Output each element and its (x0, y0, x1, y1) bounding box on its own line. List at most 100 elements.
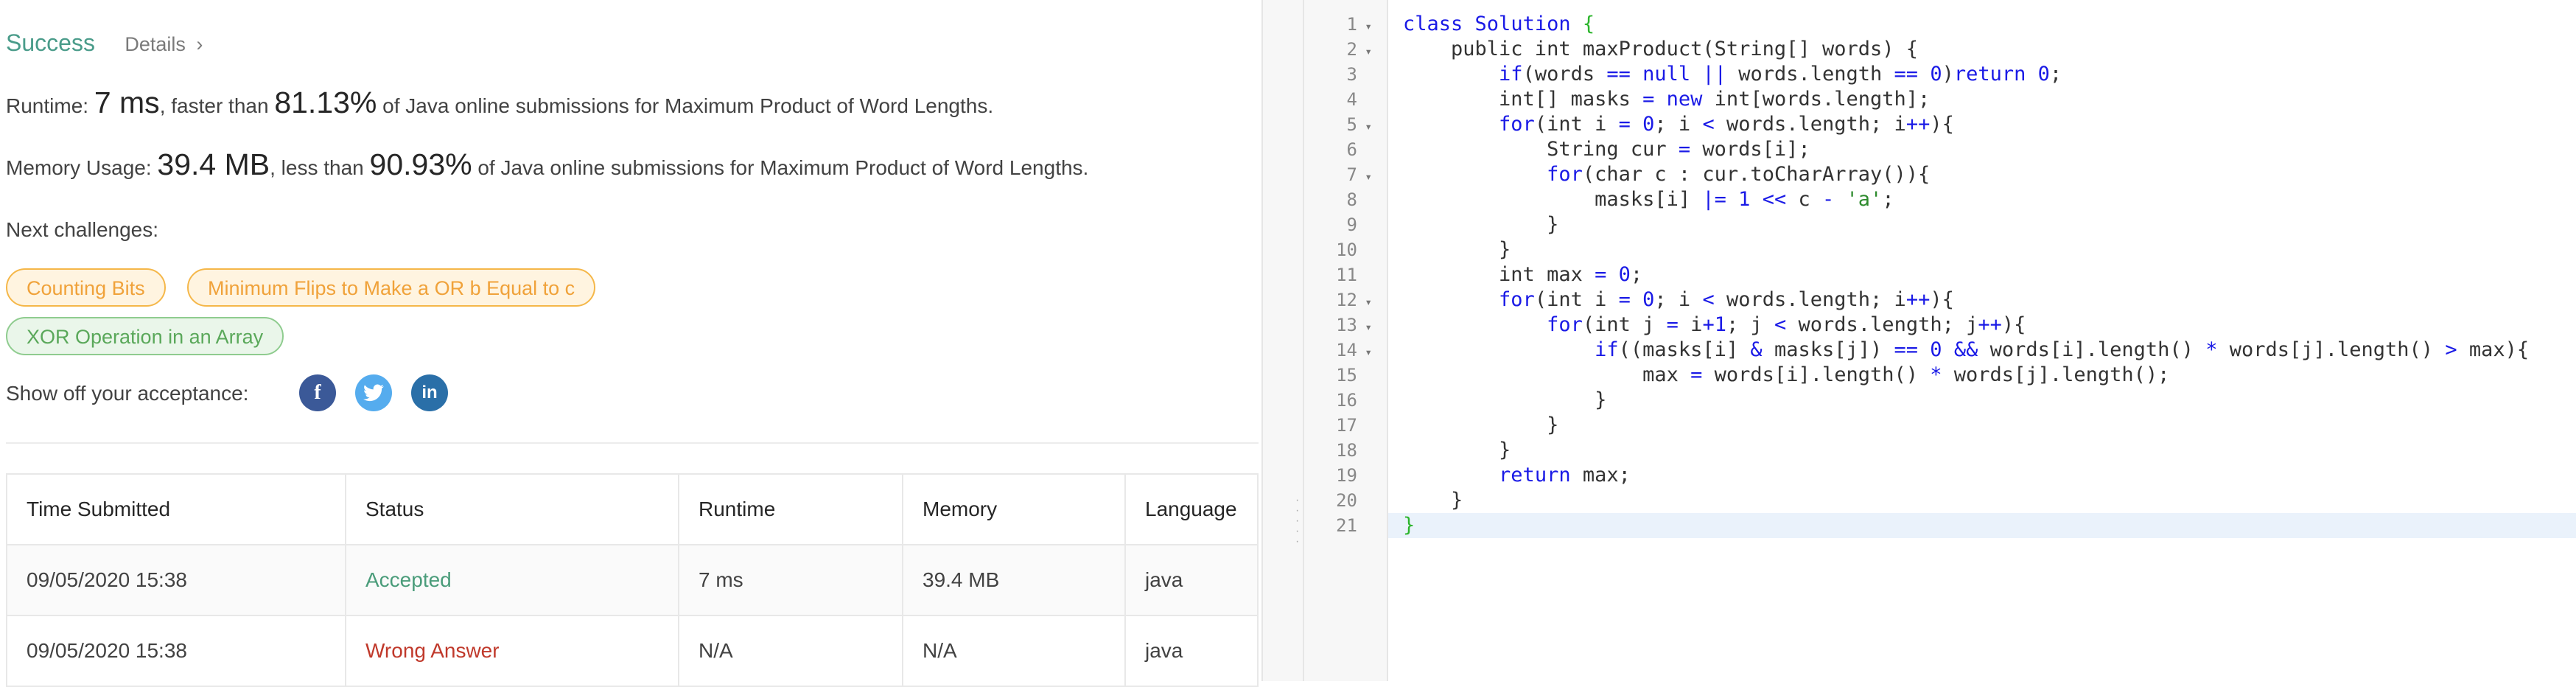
line-number: 9 (1304, 212, 1372, 237)
line-number-text: 17 (1336, 415, 1357, 436)
code-line[interactable]: } (1403, 388, 1606, 413)
line-number: 19 (1304, 463, 1372, 488)
challenge-tag-xor-operation[interactable]: XOR Operation in an Array (6, 317, 284, 355)
line-number: 12 ▾ (1304, 287, 1372, 313)
column-header-memory[interactable]: Memory (903, 475, 1126, 544)
cell-time: 09/05/2020 15:38 (7, 545, 346, 615)
twitter-icon[interactable] (355, 374, 392, 411)
fold-arrow-icon[interactable]: ▾ (1362, 39, 1372, 64)
line-number-text: 11 (1336, 265, 1357, 285)
drag-handle-icon[interactable]: · · · · · (1295, 495, 1299, 548)
panel-splitter[interactable] (1261, 0, 1304, 681)
runtime-suffix: of Java online submissions for Maximum P… (377, 94, 994, 117)
fold-arrow-icon[interactable]: ▾ (1362, 114, 1372, 139)
code-line[interactable]: int[] masks = new int[words.length]; (1403, 87, 1930, 112)
line-number-text: 20 (1336, 490, 1357, 511)
challenge-tag-counting-bits[interactable]: Counting Bits (6, 268, 166, 307)
line-number-text: 2 (1346, 39, 1357, 60)
fold-arrow-icon[interactable]: ▾ (1362, 315, 1372, 340)
code-line[interactable]: } (1403, 237, 1511, 262)
line-number-text: 15 (1336, 365, 1357, 386)
line-number-text: 10 (1336, 240, 1357, 260)
code-line[interactable]: public int maxProduct(String[] words) { (1403, 37, 1918, 62)
memory-value: 39.4 MB (157, 147, 270, 181)
cell-memory: 39.4 MB (903, 545, 1126, 615)
line-number-text: 4 (1346, 89, 1357, 110)
code-line[interactable]: if((masks[i] & masks[j]) == 0 && words[i… (1403, 338, 2529, 363)
fold-arrow-icon[interactable]: ▾ (1362, 164, 1372, 189)
runtime-value: 7 ms (94, 86, 160, 119)
line-number-text: 18 (1336, 440, 1357, 461)
next-challenges-label: Next challenges: (6, 218, 159, 241)
line-number-text: 9 (1346, 215, 1357, 235)
submission-result-panel: Success Details › Runtime: 7 ms, faster … (0, 0, 1261, 687)
code-line[interactable]: } (1403, 212, 1558, 237)
line-number: 14 ▾ (1304, 338, 1372, 363)
code-line[interactable]: String cur = words[i]; (1403, 137, 1810, 162)
line-number-text: 14 (1336, 340, 1357, 360)
memory-prefix: Memory Usage: (6, 156, 158, 179)
line-number-gutter: 1 ▾ 2 ▾ 3 4 5 ▾ 6 7 ▾ 8 9 10 11 12 ▾ 13 ▾ 14 ▾ 15 16 17 18 19 20 21 (1304, 0, 1388, 681)
cell-runtime: 7 ms (679, 545, 903, 615)
facebook-icon[interactable]: f (299, 374, 336, 411)
code-line[interactable]: for(char c : cur.toCharArray()){ (1403, 162, 1930, 187)
cell-language: java (1145, 639, 1183, 662)
column-header-time[interactable]: Time Submitted (7, 475, 346, 544)
line-number-text: 16 (1336, 390, 1357, 411)
column-header-runtime[interactable]: Runtime (679, 475, 903, 544)
code-line[interactable]: for(int j = i+1; j < words.length; j++){ (1403, 313, 2026, 338)
active-line-highlight (1388, 513, 2576, 538)
line-number-text: 3 (1346, 64, 1357, 85)
line-number: 13 ▾ (1304, 313, 1372, 338)
code-line[interactable]: return max; (1403, 463, 1631, 488)
table-row[interactable]: 09/05/2020 15:38 Wrong Answer N/A N/A ja… (7, 616, 1257, 687)
status-header: Success Details › (6, 29, 203, 57)
line-number-text: 1 (1346, 14, 1357, 35)
code-editor[interactable]: 1 ▾ 2 ▾ 3 4 5 ▾ 6 7 ▾ 8 9 10 11 12 ▾ 13 ▾ 14 ▾ 15 16 17 18 19 20 21… (1304, 0, 2576, 681)
line-number: 8 (1304, 187, 1372, 212)
code-line[interactable]: for(int i = 0; i < words.length; i++){ (1403, 112, 1954, 137)
line-number: 16 (1304, 388, 1372, 413)
fold-arrow-icon[interactable]: ▾ (1362, 14, 1372, 39)
code-line[interactable]: if(words == null || words.length == 0)re… (1403, 62, 2062, 87)
code-line[interactable]: } (1403, 488, 1463, 513)
code-line[interactable]: } (1403, 513, 1415, 538)
memory-summary: Memory Usage: 39.4 MB, less than 90.93% … (6, 147, 1088, 182)
submissions-table: Time Submitted Status Runtime Memory Lan… (6, 473, 1259, 687)
column-header-status[interactable]: Status (346, 475, 679, 544)
code-line[interactable]: class Solution { (1403, 12, 1595, 37)
cell-runtime: N/A (679, 616, 903, 686)
fold-arrow-icon[interactable]: ▾ (1362, 290, 1372, 315)
code-line[interactable]: } (1403, 438, 1511, 463)
code-line[interactable]: masks[i] |= 1 << c - 'a'; (1403, 187, 1894, 212)
line-number: 20 (1304, 488, 1372, 513)
code-line[interactable]: } (1403, 413, 1558, 438)
linkedin-icon[interactable]: in (411, 374, 448, 411)
table-row[interactable]: 09/05/2020 15:38 Accepted 7 ms 39.4 MB j… (7, 545, 1257, 616)
runtime-mid: , faster than (159, 94, 275, 117)
cell-status-accepted[interactable]: Accepted (346, 545, 679, 615)
code-line[interactable]: max = words[i].length() * words[j].lengt… (1403, 363, 2169, 388)
line-number: 21 (1304, 513, 1372, 538)
line-number-text: 19 (1336, 465, 1357, 486)
line-number: 6 (1304, 137, 1372, 162)
memory-suffix: of Java online submissions for Maximum P… (472, 156, 1089, 179)
column-header-language[interactable]: Language (1126, 475, 1260, 544)
runtime-percent: 81.13% (274, 86, 377, 119)
code-line[interactable]: for(int i = 0; i < words.length; i++){ (1403, 287, 1954, 313)
challenge-tag-minimum-flips[interactable]: Minimum Flips to Make a OR b Equal to c (187, 268, 596, 307)
fold-arrow-icon[interactable]: ▾ (1362, 340, 1372, 365)
line-number-text: 7 (1346, 164, 1357, 185)
memory-percent: 90.93% (369, 147, 472, 181)
code-line[interactable]: int max = 0; (1403, 262, 1642, 287)
details-link[interactable]: Details (125, 33, 186, 55)
share-label: Show off your acceptance: (6, 382, 249, 405)
cell-language: java (1145, 568, 1183, 591)
table-header-row: Time Submitted Status Runtime Memory Lan… (7, 475, 1257, 545)
line-number: 11 (1304, 262, 1372, 287)
chevron-right-icon[interactable]: › (196, 33, 203, 55)
line-number: 10 (1304, 237, 1372, 262)
status-label: Success (6, 29, 95, 56)
cell-memory: N/A (903, 616, 1126, 686)
cell-status-wrong-answer[interactable]: Wrong Answer (346, 616, 679, 686)
